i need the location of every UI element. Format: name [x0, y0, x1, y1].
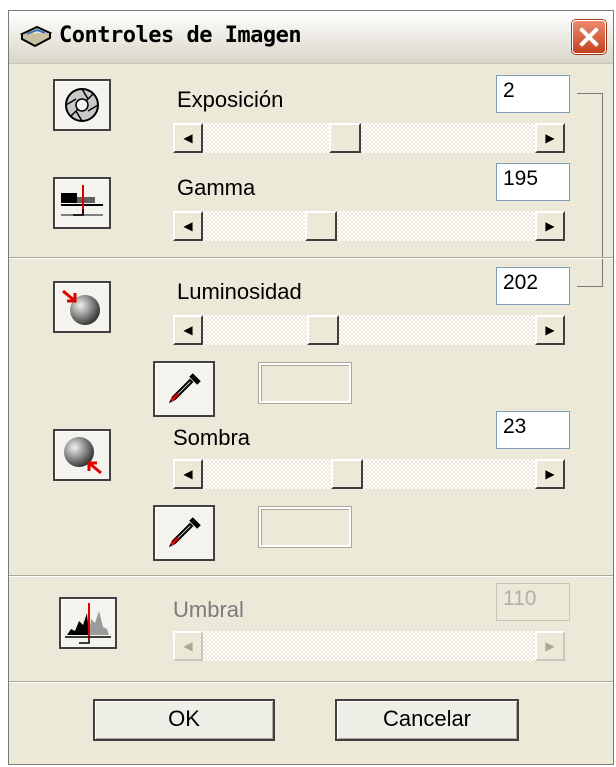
brightness-slider[interactable]: ◀ ▶: [173, 315, 565, 345]
title-bar[interactable]: Controles de Imagen: [9, 11, 613, 64]
gamma-icon-button[interactable]: [53, 177, 111, 229]
highlight-eyedropper-button[interactable]: [153, 361, 215, 417]
separator: [9, 257, 613, 259]
threshold-icon-button[interactable]: [59, 597, 117, 649]
gamma-slider[interactable]: ◀ ▶: [173, 211, 565, 241]
scanner-icon: [19, 24, 53, 50]
brightness-slider-left-arrow[interactable]: ◀: [173, 315, 203, 345]
shadow-slider-thumb[interactable]: [331, 459, 363, 489]
gamma-slider-right-arrow[interactable]: ▶: [535, 211, 565, 241]
shadow-slider-right-arrow[interactable]: ▶: [535, 459, 565, 489]
image-controls-dialog: Controles de Imagen Exposición 2 ◀ ▶ Gam…: [8, 10, 614, 765]
shadow-icon-button[interactable]: [53, 429, 111, 481]
exposure-slider[interactable]: ◀ ▶: [173, 123, 565, 153]
gamma-label: Gamma: [177, 175, 256, 200]
highlight-icon-button[interactable]: [53, 281, 111, 333]
exposure-slider-thumb[interactable]: [329, 123, 361, 153]
ok-button[interactable]: OK: [93, 699, 275, 741]
eyedropper-icon: [155, 373, 213, 419]
threshold-slider-right-arrow[interactable]: ▶: [535, 631, 565, 661]
gamma-value-input[interactable]: 195: [496, 163, 570, 201]
eyedropper-icon: [155, 517, 213, 563]
window-title: Controles de Imagen: [59, 23, 302, 48]
separator: [9, 681, 613, 683]
shadow-slider-left-arrow[interactable]: ◀: [173, 459, 203, 489]
shadow-eyedropper-button[interactable]: [153, 505, 215, 561]
gamma-slider-left-arrow[interactable]: ◀: [173, 211, 203, 241]
threshold-label: Umbral: [173, 597, 244, 622]
shadow-color-swatch: [259, 507, 351, 547]
exposure-label: Exposición: [177, 87, 284, 112]
highlight-color-swatch: [259, 363, 351, 403]
cancel-button[interactable]: Cancelar: [335, 699, 519, 741]
exposure-slider-right-arrow[interactable]: ▶: [535, 123, 565, 153]
exposure-icon-button[interactable]: [53, 79, 111, 131]
brightness-slider-thumb[interactable]: [307, 315, 339, 345]
threshold-slider[interactable]: ◀ ▶: [173, 631, 565, 661]
exposure-value-input[interactable]: 2: [496, 75, 570, 113]
brightness-value-input[interactable]: 202: [496, 267, 570, 305]
threshold-value-input[interactable]: 110: [496, 583, 570, 621]
exposure-slider-left-arrow[interactable]: ◀: [173, 123, 203, 153]
brightness-slider-right-arrow[interactable]: ▶: [535, 315, 565, 345]
shadow-value-input[interactable]: 23: [496, 411, 570, 449]
shadow-slider[interactable]: ◀ ▶: [173, 459, 565, 489]
separator: [9, 575, 613, 577]
gamma-slider-thumb[interactable]: [305, 211, 337, 241]
close-button[interactable]: [572, 20, 606, 54]
brightness-label: Luminosidad: [177, 279, 302, 304]
threshold-slider-left-arrow[interactable]: ◀: [173, 631, 203, 661]
shadow-label: Sombra: [173, 425, 251, 450]
